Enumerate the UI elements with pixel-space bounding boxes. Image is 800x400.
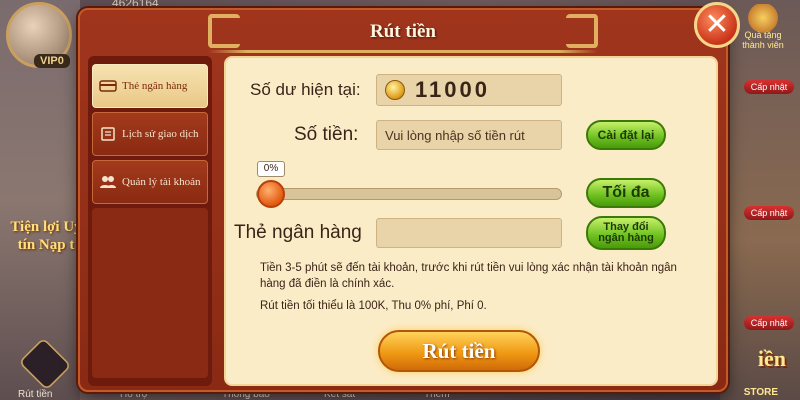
title-ornament-right [566, 14, 598, 48]
update-badge[interactable]: Cấp nhật [744, 316, 794, 330]
balance-display: 11000 [376, 74, 562, 106]
withdraw-submit-button[interactable]: Rút tiền [378, 330, 540, 372]
balance-label: Số dư hiện tại: [250, 80, 361, 99]
bank-label: Thẻ ngân hàng [234, 222, 362, 243]
tab-label: Lịch sử giao dịch [122, 128, 199, 140]
tab-transaction-history[interactable]: Lịch sử giao dịch [92, 112, 208, 156]
tab-label: Thẻ ngân hàng [122, 80, 188, 92]
history-icon [99, 127, 117, 141]
change-bank-button[interactable]: Thay đổi ngân hàng [586, 216, 666, 250]
promo-text: Tiện lợi Uy tín Nạp t [10, 219, 82, 253]
bank-field[interactable] [376, 218, 562, 248]
change-bank-line2: ngân hàng [598, 232, 654, 244]
store-promo-text: iền [757, 346, 786, 371]
background-right [720, 0, 800, 400]
modal-title-bar: Rút tiền [208, 12, 598, 53]
gift-icon[interactable]: Quà tặng thành viên [736, 4, 790, 50]
slider-percent: 0% [257, 161, 285, 177]
title-ornament-left [208, 14, 240, 48]
amount-input[interactable]: Vui lòng nhập số tiền rút [376, 120, 562, 150]
tab-account-management[interactable]: Quản lý tài khoản [92, 160, 208, 204]
update-badge[interactable]: Cấp nhật [744, 206, 794, 220]
tab-bank-card[interactable]: Thẻ ngân hàng [92, 64, 208, 108]
withdraw-form: Số dư hiện tại: 11000 Số tiền: Vui lòng … [224, 56, 718, 386]
vip-badge: VIP0 [34, 54, 70, 68]
balance-value: 11000 [415, 77, 490, 102]
max-button[interactable]: Tối đa [586, 178, 666, 208]
nav-withdraw[interactable]: Rút tiền [18, 389, 52, 400]
sidebar: Thẻ ngân hàng Lịch sử giao dịch Quản lý … [88, 56, 212, 386]
fee-note: Rút tiền tối thiểu là 100K, Thu 0% phí, … [260, 300, 487, 312]
users-icon [99, 175, 117, 189]
update-badge[interactable]: Cấp nhật [744, 80, 794, 94]
title-divider [208, 50, 598, 53]
reset-button[interactable]: Cài đặt lại [586, 120, 666, 150]
amount-slider[interactable]: 0% [256, 161, 562, 208]
coin-icon [385, 80, 405, 100]
slider-handle[interactable] [257, 180, 285, 208]
sidebar-filler [92, 208, 208, 378]
close-icon: ✕ [704, 7, 730, 42]
amount-label: Số tiền: [294, 124, 359, 145]
close-button[interactable]: ✕ [694, 2, 740, 48]
withdraw-modal: Rút tiền ✕ Thẻ ngân hàng Lịch sử giao dị… [78, 2, 740, 392]
tab-label: Quản lý tài khoản [122, 176, 201, 188]
modal-title: Rút tiền [370, 21, 436, 42]
bank-card-icon [99, 79, 117, 93]
processing-note: Tiền 3-5 phút sẽ đến tài khoản, trước kh… [260, 262, 677, 290]
